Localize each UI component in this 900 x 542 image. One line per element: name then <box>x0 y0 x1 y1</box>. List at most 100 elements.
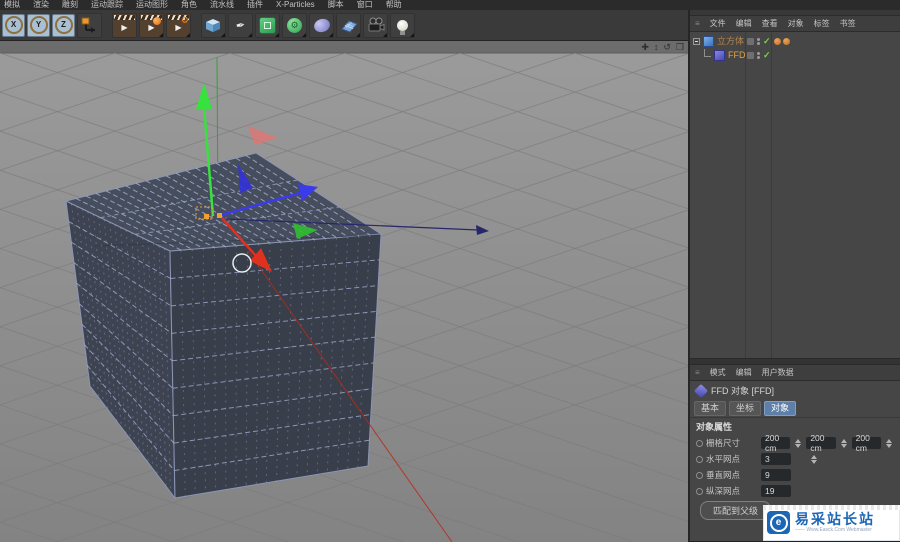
axis-lock-group: XYZ <box>2 14 75 37</box>
enabled-check-icon[interactable]: ✓ <box>763 37 771 46</box>
property-label: 垂直网点 <box>706 469 758 481</box>
property-row: 垂直网点9 <box>690 467 900 483</box>
keyframe-circle-icon[interactable] <box>696 440 703 447</box>
viewport-3d[interactable]: ✚ ↕ ↺ ❒ <box>0 41 688 541</box>
panel-grip-icon[interactable]: ≡ <box>695 19 700 28</box>
keyframe-circle-icon[interactable] <box>696 472 703 479</box>
attribute-manager-menu: ≡ 模式编辑用户数据 <box>690 365 900 381</box>
am-menu-item[interactable]: 编辑 <box>736 367 752 378</box>
panel-grip-icon[interactable]: ≡ <box>695 368 700 377</box>
value-field[interactable]: 200 cm <box>852 437 881 449</box>
tab-坐标[interactable]: 坐标 <box>729 401 761 416</box>
render-picture-viewer-icon[interactable]: ▶ <box>139 13 164 38</box>
stepper-icon[interactable] <box>886 439 892 448</box>
menu-item[interactable]: 窗口 <box>357 0 373 10</box>
light-icon[interactable] <box>390 13 415 38</box>
render-view-icon[interactable]: ▶ <box>112 13 137 38</box>
value-field[interactable]: 19 <box>761 485 791 497</box>
property-label: 栅格尺寸 <box>706 437 758 449</box>
menu-item[interactable]: 渲染 <box>33 0 49 10</box>
tree-connector <box>704 49 711 57</box>
cinema4d-window: 模拟 渲染 雕刻 运动跟踪 运动图形 角色 流水线 插件 X-Particles 脚本 窗口 帮助 X… <box>0 0 900 541</box>
watermark: e 易采站长站 —— Www.Easck.Com Webmaster <box>763 505 900 541</box>
menu-item[interactable]: X-Particles <box>276 0 315 10</box>
cube-object-icon <box>703 36 714 47</box>
value-field[interactable]: 200 cm <box>806 437 835 449</box>
ffd-object-icon <box>714 50 725 61</box>
menu-item[interactable]: 模拟 <box>4 0 20 10</box>
axis-lock-y-button[interactable]: Y <box>27 14 50 37</box>
menu-item[interactable]: 流水线 <box>210 0 234 10</box>
deformer-icon[interactable] <box>309 13 334 38</box>
maximize-icon[interactable]: ❒ <box>676 42 684 53</box>
tag-icon[interactable] <box>783 38 790 45</box>
object-toggles[interactable]: ✓ <box>747 37 771 46</box>
pan-icon[interactable]: ✚ <box>641 42 649 53</box>
panel-splitter[interactable] <box>690 358 900 365</box>
tab-基本[interactable]: 基本 <box>694 401 726 416</box>
tab-对象[interactable]: 对象 <box>764 401 796 416</box>
object-tags <box>774 38 790 45</box>
om-menu-item[interactable]: 文件 <box>710 18 726 29</box>
generator-icon[interactable]: ⚙ <box>282 13 307 38</box>
keyframe-circle-icon[interactable] <box>696 456 703 463</box>
ffd-object-icon <box>694 383 708 397</box>
camera-icon[interactable] <box>363 13 388 38</box>
om-menu-item[interactable]: 编辑 <box>736 18 752 29</box>
om-menu-item[interactable]: 书签 <box>840 18 856 29</box>
attribute-tabs: 基本坐标对象 <box>690 400 900 417</box>
keyframe-circle-icon[interactable] <box>696 488 703 495</box>
menu-item[interactable]: 插件 <box>247 0 263 10</box>
menu-item[interactable]: 运动跟踪 <box>91 0 123 10</box>
menu-item[interactable]: 帮助 <box>386 0 402 10</box>
tag-icon[interactable] <box>774 38 781 45</box>
menu-item[interactable]: 运动图形 <box>136 0 168 10</box>
rotate-icon[interactable]: ↺ <box>663 42 671 53</box>
primitive-cube-icon[interactable] <box>201 13 226 38</box>
layer-square-icon[interactable] <box>747 52 754 59</box>
axis-lock-x-button[interactable]: X <box>2 14 25 37</box>
render-settings-icon[interactable]: ⚙▶ <box>166 13 191 38</box>
value-field[interactable]: 9 <box>761 469 791 481</box>
attribute-title: FFD 对象 [FFD] <box>690 381 900 400</box>
visibility-dots-icon[interactable] <box>757 52 760 59</box>
am-menu-item[interactable]: 模式 <box>710 367 726 378</box>
subdivision-surface-icon[interactable] <box>255 13 280 38</box>
menu-item[interactable]: 雕刻 <box>62 0 78 10</box>
axis-ring-icon: Y <box>30 16 48 34</box>
enabled-check-icon[interactable]: ✓ <box>763 51 771 60</box>
object-manager-tree: 立方体✓ FFD ✓ <box>690 32 900 358</box>
om-menu-item[interactable]: 标签 <box>814 18 830 29</box>
property-row: 水平网点3 <box>690 451 900 467</box>
expand-toggle-icon[interactable] <box>693 38 700 45</box>
om-menu-item[interactable]: 查看 <box>762 18 778 29</box>
stepper-icon[interactable] <box>841 439 847 448</box>
spline-pen-icon[interactable]: ✒ <box>228 13 253 38</box>
object-row-FFD[interactable]: FFD ✓ <box>690 48 900 62</box>
menu-item[interactable]: 脚本 <box>328 0 344 10</box>
axis-lock-z-button[interactable]: Z <box>52 14 75 37</box>
stepper-icon[interactable] <box>811 455 817 464</box>
floor-icon[interactable] <box>336 13 361 38</box>
value-field[interactable]: 3 <box>761 453 791 465</box>
property-label: 水平网点 <box>706 453 758 465</box>
object-row-立方体[interactable]: 立方体✓ <box>690 34 900 48</box>
selected-point[interactable] <box>217 213 222 218</box>
am-menu-item[interactable]: 用户数据 <box>762 367 794 378</box>
object-toggles[interactable]: ✓ <box>747 51 771 60</box>
value-field[interactable]: 200 cm <box>761 437 790 449</box>
visibility-dots-icon[interactable] <box>757 38 760 45</box>
selected-point[interactable] <box>204 214 209 219</box>
main-area: XYZ ▶ ▶ ⚙▶ <box>0 10 900 541</box>
layer-square-icon[interactable] <box>747 38 754 45</box>
coordinate-system-icon[interactable] <box>77 13 102 38</box>
fit-to-parent-button[interactable]: 匹配到父级 <box>700 501 771 520</box>
attribute-title-text: FFD 对象 [FFD] <box>711 384 774 397</box>
viewport-canvas[interactable] <box>0 41 688 542</box>
om-menu-item[interactable]: 对象 <box>788 18 804 29</box>
watermark-subtitle: —— Www.Easck.Com Webmaster <box>795 527 875 533</box>
dolly-icon[interactable]: ↕ <box>654 42 659 53</box>
object-name: FFD <box>728 51 746 60</box>
stepper-icon[interactable] <box>795 439 801 448</box>
menu-item[interactable]: 角色 <box>181 0 197 10</box>
